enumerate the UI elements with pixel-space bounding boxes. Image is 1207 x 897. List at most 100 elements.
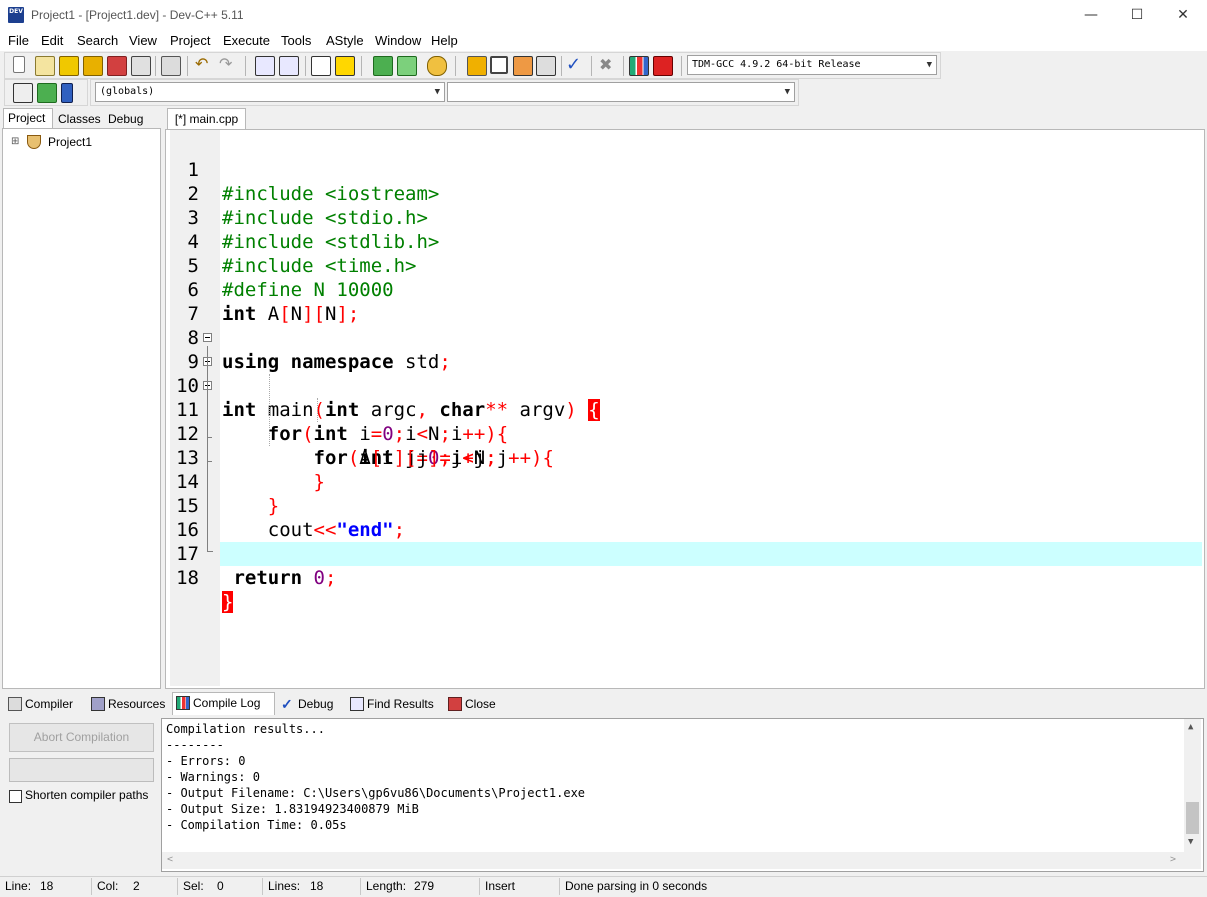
save-all-icon[interactable] (83, 56, 103, 76)
horizontal-scrollbar[interactable]: < > (162, 852, 1184, 869)
minimize-button[interactable]: — (1068, 0, 1114, 31)
code-line: 13 } (166, 422, 1202, 493)
compile-log-output[interactable]: Compilation results... -------- - Errors… (161, 718, 1204, 872)
bookmark-icon[interactable] (61, 83, 73, 103)
open-file-icon[interactable] (35, 56, 55, 76)
save-icon[interactable] (59, 56, 79, 76)
compile-run-icon[interactable] (513, 56, 533, 76)
menu-project[interactable]: Project (170, 33, 210, 48)
print-icon[interactable] (161, 56, 181, 76)
status-mode: Insert (485, 879, 516, 893)
profile-icon[interactable] (629, 56, 649, 76)
member-select[interactable]: ▼ (447, 82, 795, 102)
compiler-icon (8, 697, 22, 711)
menu-view[interactable]: View (129, 33, 157, 48)
code-line: 15 cout<<"end"; (166, 470, 1202, 541)
scroll-down-icon[interactable]: ▼ (1188, 837, 1193, 847)
tab-find-results[interactable]: Find Results (347, 694, 441, 714)
add-to-project-icon[interactable] (373, 56, 393, 76)
tab-debug[interactable]: ✓ Debug (278, 694, 344, 714)
code-line: 10 for(int i=0;i<N;i++){ (166, 350, 1202, 445)
menu-search[interactable]: Search (77, 33, 118, 48)
abort-compilation-button[interactable]: Abort Compilation (9, 723, 154, 752)
fold-toggle-icon[interactable] (203, 333, 212, 342)
indent-guide (317, 398, 318, 422)
delete-profile-icon[interactable] (653, 56, 673, 76)
status-length-value: 279 (414, 879, 435, 893)
syntax-check-icon[interactable]: ✓ (566, 56, 584, 74)
chevron-down-icon: ▼ (926, 60, 932, 70)
line-number: 18 (176, 567, 199, 589)
tree-expand-icon[interactable]: ⊞ (11, 136, 19, 147)
tab-project[interactable]: Project (3, 108, 53, 129)
main-toolbar: ↶ ↷ ✓ ✖ TDM-GCC 4.9.2 64-bit Release ▼ (4, 52, 941, 79)
project-icon (27, 135, 41, 149)
log-line: - Warnings: 0 (166, 770, 260, 784)
fold-guide-tick (207, 437, 212, 438)
project-options-icon[interactable] (427, 56, 447, 76)
menu-edit[interactable]: Edit (41, 33, 63, 48)
status-length-label: Length: (366, 879, 407, 893)
menu-help[interactable]: Help (431, 33, 458, 48)
new-file-icon[interactable] (13, 56, 25, 73)
window-title: Project1 - [Project1.dev] - Dev-C++ 5.11 (31, 8, 244, 22)
redo-icon[interactable]: ↷ (219, 56, 237, 74)
menu-astyle[interactable]: AStyle (326, 33, 364, 48)
scope-select-value: (globals) (100, 86, 155, 97)
tab-resources[interactable]: Resources (88, 694, 170, 714)
find-icon[interactable] (255, 56, 275, 76)
code-line: 18 } (166, 542, 1202, 613)
find-results-icon (350, 697, 364, 711)
scroll-up-icon[interactable]: ▲ (1188, 722, 1193, 732)
menu-tools[interactable]: Tools (281, 33, 311, 48)
indent-icon[interactable] (311, 56, 331, 76)
tab-main-cpp[interactable]: [*] main.cpp (167, 108, 246, 130)
tab-close[interactable]: Close (445, 694, 503, 714)
compile-icon[interactable] (467, 56, 487, 76)
close-file-icon[interactable] (107, 56, 127, 76)
undo-icon[interactable]: ↶ (195, 56, 213, 74)
compiler-select[interactable]: TDM-GCC 4.9.2 64-bit Release ▼ (687, 55, 937, 75)
tab-compile-log[interactable]: Compile Log (172, 692, 275, 715)
project-tree-panel: ⊞ Project1 (2, 128, 161, 689)
class-toolbar (4, 79, 88, 106)
code-line: 5 #define N 10000 (166, 230, 1202, 301)
close-all-icon[interactable] (131, 56, 151, 76)
compiler-select-value: TDM-GCC 4.9.2 64-bit Release (692, 59, 861, 70)
code-editor[interactable]: 1 #include <iostream> 2 #include <stdio.… (165, 129, 1205, 689)
rebuild-all-icon[interactable] (536, 56, 556, 76)
menu-window[interactable]: Window (375, 33, 421, 48)
tab-compiler[interactable]: Compiler (5, 694, 85, 714)
tree-item-project1[interactable]: Project1 (48, 135, 92, 149)
stop-execution-icon[interactable]: ✖ (599, 56, 617, 74)
tab-classes[interactable]: Classes (54, 110, 102, 128)
remove-from-project-icon[interactable] (397, 56, 417, 76)
goto-declaration-icon[interactable] (37, 83, 57, 103)
scope-toolbar: (globals) ▼ ▼ (90, 79, 799, 106)
tab-debug-left[interactable]: Debug (104, 110, 152, 128)
menu-file[interactable]: File (8, 33, 29, 48)
tab-find-results-label: Find Results (367, 697, 434, 711)
close-window-button[interactable]: ✕ (1160, 0, 1206, 31)
vertical-scrollbar[interactable]: ▲ ▼ (1184, 719, 1201, 869)
status-col-value: 2 (133, 879, 140, 893)
scope-select[interactable]: (globals) ▼ (95, 82, 445, 102)
scrollbar-thumb[interactable] (1186, 802, 1199, 834)
maximize-button[interactable]: ☐ (1114, 0, 1160, 31)
unindent-icon[interactable] (335, 56, 355, 76)
debug-check-icon: ✓ (281, 696, 293, 712)
run-icon[interactable] (490, 56, 508, 74)
shorten-paths-checkbox[interactable] (9, 790, 22, 803)
code-line: 14 } (166, 446, 1202, 517)
menu-execute[interactable]: Execute (223, 33, 270, 48)
code-line: 17 return 0; (166, 518, 1202, 589)
scroll-right-icon[interactable]: > (1170, 854, 1176, 865)
insert-icon[interactable] (13, 83, 33, 103)
code-line: 1 #include <iostream> (166, 134, 1202, 205)
code-line: 8 using namespace std; (166, 302, 1202, 373)
scroll-left-icon[interactable]: < (167, 854, 173, 865)
compile-log-icon (176, 696, 190, 710)
replace-icon[interactable] (279, 56, 299, 76)
code-line: 7 (166, 278, 1202, 325)
tab-compile-log-label: Compile Log (193, 696, 261, 710)
